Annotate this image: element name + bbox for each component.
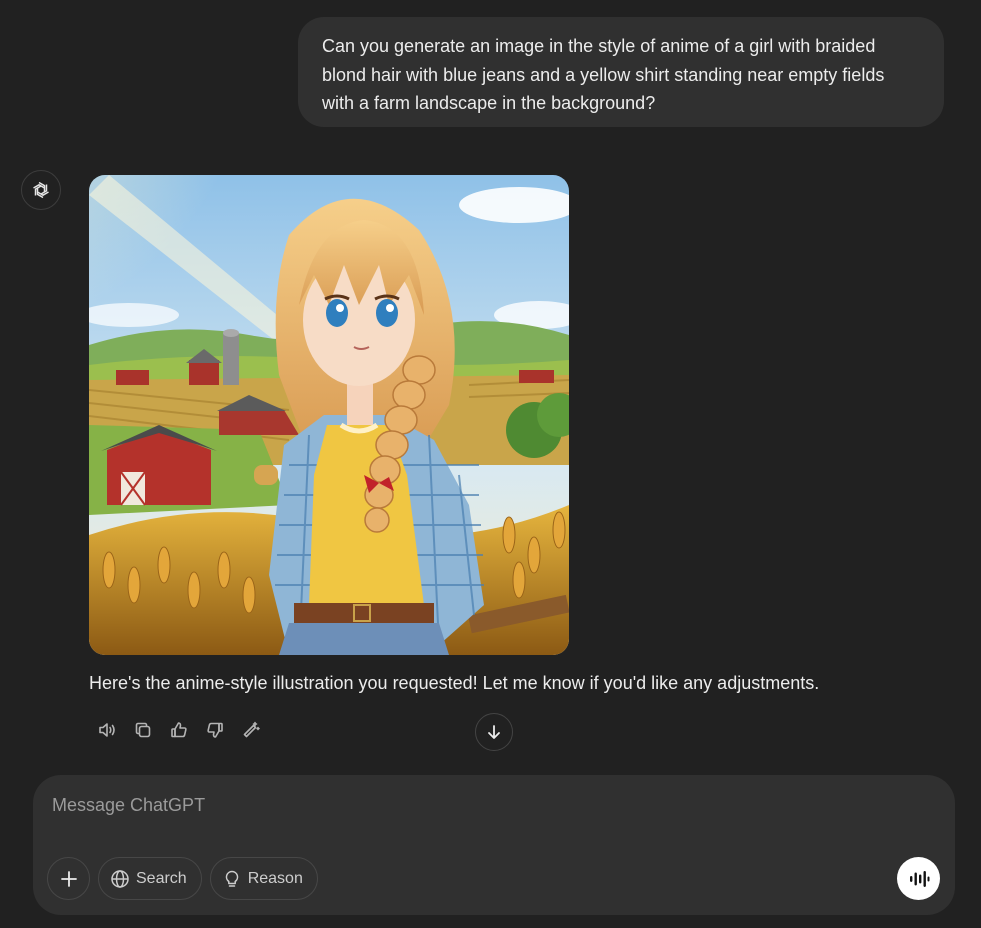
copy-button[interactable]	[125, 717, 161, 743]
arrow-down-icon	[488, 725, 500, 739]
generated-image[interactable]	[89, 175, 569, 655]
search-label: Search	[136, 869, 187, 887]
plus-icon	[60, 870, 77, 887]
good-response-button[interactable]	[161, 717, 197, 743]
lightbulb-icon	[225, 870, 238, 887]
thumbs-down-icon	[207, 722, 223, 738]
voice-waveform-icon	[909, 870, 929, 887]
anime-farm-illustration	[89, 175, 569, 655]
message-composer: Message ChatGPT Search Reason	[33, 775, 955, 915]
copy-icon	[135, 722, 151, 738]
user-message-bubble: Can you generate an image in the style o…	[298, 17, 944, 127]
speaker-icon	[99, 723, 115, 737]
edit-image-button[interactable]	[233, 717, 269, 743]
search-button[interactable]: Search	[98, 857, 202, 900]
thumbs-up-icon	[171, 722, 187, 738]
chat-page: Can you generate an image in the style o…	[0, 0, 981, 928]
user-message-text: Can you generate an image in the style o…	[322, 36, 885, 113]
assistant-avatar	[21, 170, 61, 210]
reason-button[interactable]: Reason	[209, 857, 318, 900]
message-actions	[89, 717, 269, 743]
bad-response-button[interactable]	[197, 717, 233, 743]
composer-tools: Search Reason	[47, 857, 318, 900]
openai-logo-icon	[33, 181, 49, 199]
assistant-message-text: Here's the anime-style illustration you …	[89, 673, 820, 693]
scroll-to-bottom-button[interactable]	[475, 713, 513, 751]
wand-icon	[243, 721, 260, 738]
read-aloud-button[interactable]	[89, 717, 125, 743]
reason-label: Reason	[247, 869, 303, 887]
attach-button[interactable]	[47, 857, 90, 900]
message-input[interactable]: Message ChatGPT	[52, 795, 872, 819]
voice-mode-button[interactable]	[897, 857, 940, 900]
globe-icon	[111, 869, 129, 888]
